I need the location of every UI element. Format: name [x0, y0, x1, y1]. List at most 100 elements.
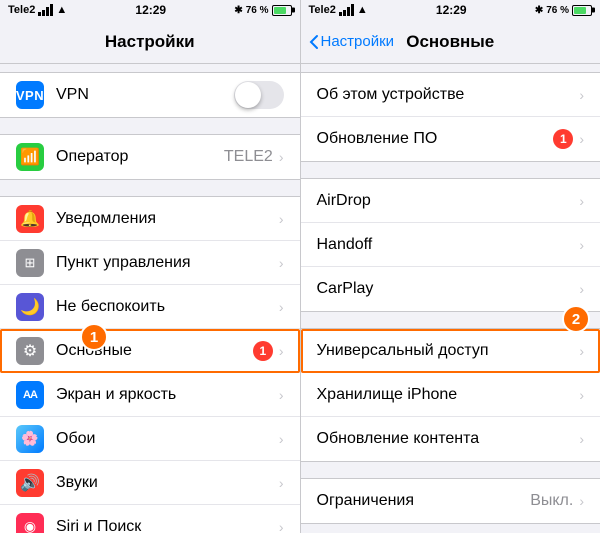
row-do-not-disturb[interactable]: 🌙 Не беспокоить ›	[0, 285, 300, 329]
about-label: Об этом устройстве	[317, 86, 580, 104]
display-icon: AA	[16, 381, 44, 409]
left-nav-bar: Настройки	[0, 20, 300, 64]
right-wifi-icon: ▲	[357, 4, 368, 16]
storage-chevron: ›	[579, 387, 584, 403]
wallpaper-icon: 🌸	[16, 425, 44, 453]
left-settings-list: VPN VPN 📶 Оператор TELE2 › 🔔 Уведомле	[0, 64, 300, 533]
general-label: Основные	[56, 342, 253, 360]
do-not-disturb-chevron: ›	[279, 299, 284, 315]
row-content-update[interactable]: Обновление контента ›	[301, 417, 600, 461]
right-status-bar: Tele2 ▲ 12:29 ✱ 76 %	[301, 0, 600, 20]
left-panel: 1 Tele2 ▲ 12:29 ✱ 76 % Настройки	[0, 0, 301, 533]
right-nav-bar: Настройки Основные	[301, 20, 600, 64]
do-not-disturb-label: Не беспокоить	[56, 298, 279, 316]
software-update-chevron: ›	[579, 131, 584, 147]
vpn-toggle[interactable]	[234, 81, 284, 109]
section-main: 🔔 Уведомления › ⊞ Пункт управления › 🌙 Н…	[0, 196, 300, 533]
sounds-icon: 🔊	[16, 469, 44, 497]
carplay-label: CarPlay	[317, 280, 580, 298]
battery-percent-right: 76 %	[546, 5, 569, 16]
notifications-label: Уведомления	[56, 210, 279, 228]
row-siri[interactable]: ◉ Siri и Поиск ›	[0, 505, 300, 533]
handoff-label: Handoff	[317, 236, 580, 254]
sounds-label: Звуки	[56, 474, 279, 492]
row-handoff[interactable]: Handoff ›	[301, 223, 600, 267]
right-signal-icon	[339, 4, 354, 16]
notifications-chevron: ›	[279, 211, 284, 227]
sounds-chevron: ›	[279, 475, 284, 491]
section-top: Об этом устройстве › Обновление ПО 1 ›	[301, 72, 600, 162]
left-carrier: Tele2	[8, 4, 35, 16]
right-panel: 2 Tele2 ▲ 12:29 ✱ 76 % Настр	[301, 0, 600, 533]
section-accessibility: Универсальный доступ › Хранилище iPhone …	[301, 328, 600, 462]
notifications-icon: 🔔	[16, 205, 44, 233]
row-operator[interactable]: 📶 Оператор TELE2 ›	[0, 135, 300, 179]
row-software-update[interactable]: Обновление ПО 1 ›	[301, 117, 600, 161]
row-sounds[interactable]: 🔊 Звуки ›	[0, 461, 300, 505]
row-control-center[interactable]: ⊞ Пункт управления ›	[0, 241, 300, 285]
battery-percent-left: 76 %	[246, 5, 269, 16]
row-carplay[interactable]: CarPlay ›	[301, 267, 600, 311]
back-label: Настройки	[321, 33, 395, 50]
universal-access-label: Универсальный доступ	[317, 342, 580, 360]
general-chevron: ›	[279, 343, 284, 359]
control-center-icon: ⊞	[16, 249, 44, 277]
right-nav-title: Основные	[406, 32, 494, 52]
restrictions-chevron: ›	[579, 493, 584, 509]
storage-label: Хранилище iPhone	[317, 386, 580, 404]
control-center-label: Пункт управления	[56, 254, 279, 272]
row-airdrop[interactable]: AirDrop ›	[301, 179, 600, 223]
right-time: 12:29	[436, 3, 467, 17]
row-vpn[interactable]: VPN VPN	[0, 73, 300, 117]
section-airdrop: AirDrop › Handoff › CarPlay ›	[301, 178, 600, 312]
section-vpn: VPN VPN	[0, 72, 300, 118]
row-wallpaper[interactable]: 🌸 Обои ›	[0, 417, 300, 461]
battery-icon-left	[272, 5, 292, 16]
siri-chevron: ›	[279, 519, 284, 533]
left-nav-title: Настройки	[105, 32, 195, 52]
operator-icon: 📶	[16, 143, 44, 171]
battery-icon-right	[572, 5, 592, 16]
control-center-chevron: ›	[279, 255, 284, 271]
row-notifications[interactable]: 🔔 Уведомления ›	[0, 197, 300, 241]
vpn-label: VPN	[56, 86, 234, 104]
signal-icon	[38, 4, 53, 16]
right-settings-list: Об этом устройстве › Обновление ПО 1 › A…	[301, 64, 600, 533]
siri-label: Siri и Поиск	[56, 518, 279, 533]
row-universal-access[interactable]: Универсальный доступ ›	[301, 329, 600, 373]
airdrop-label: AirDrop	[317, 192, 580, 210]
vpn-icon: VPN	[16, 81, 44, 109]
section-operator: 📶 Оператор TELE2 ›	[0, 134, 300, 180]
universal-access-chevron: ›	[579, 343, 584, 359]
software-update-badge: 1	[553, 129, 573, 149]
display-chevron: ›	[279, 387, 284, 403]
wallpaper-chevron: ›	[279, 431, 284, 447]
about-chevron: ›	[579, 87, 584, 103]
operator-chevron: ›	[279, 149, 284, 165]
left-time: 12:29	[135, 3, 166, 17]
row-display[interactable]: AA Экран и яркость ›	[0, 373, 300, 417]
row-general[interactable]: ⚙ Основные 1 ›	[0, 329, 300, 373]
row-storage[interactable]: Хранилище iPhone ›	[301, 373, 600, 417]
restrictions-value: Выкл.	[530, 492, 573, 510]
general-badge: 1	[253, 341, 273, 361]
row-about[interactable]: Об этом устройстве ›	[301, 73, 600, 117]
content-update-label: Обновление контента	[317, 430, 580, 448]
general-icon: ⚙	[16, 337, 44, 365]
section-restrictions: Ограничения Выкл. ›	[301, 478, 600, 524]
row-restrictions[interactable]: Ограничения Выкл. ›	[301, 479, 600, 523]
left-status-bar: Tele2 ▲ 12:29 ✱ 76 %	[0, 0, 300, 20]
operator-value: TELE2	[224, 148, 273, 166]
siri-icon: ◉	[16, 513, 44, 533]
wifi-icon: ▲	[56, 4, 67, 16]
back-chevron-icon	[309, 34, 319, 50]
content-update-chevron: ›	[579, 431, 584, 447]
bluetooth-icon: ✱	[234, 5, 242, 16]
right-bluetooth-icon: ✱	[535, 5, 543, 16]
right-carrier: Tele2	[309, 4, 336, 16]
operator-label: Оператор	[56, 148, 224, 166]
back-button[interactable]: Настройки	[309, 33, 395, 50]
display-label: Экран и яркость	[56, 386, 279, 404]
carplay-chevron: ›	[579, 281, 584, 297]
software-update-label: Обновление ПО	[317, 130, 554, 148]
